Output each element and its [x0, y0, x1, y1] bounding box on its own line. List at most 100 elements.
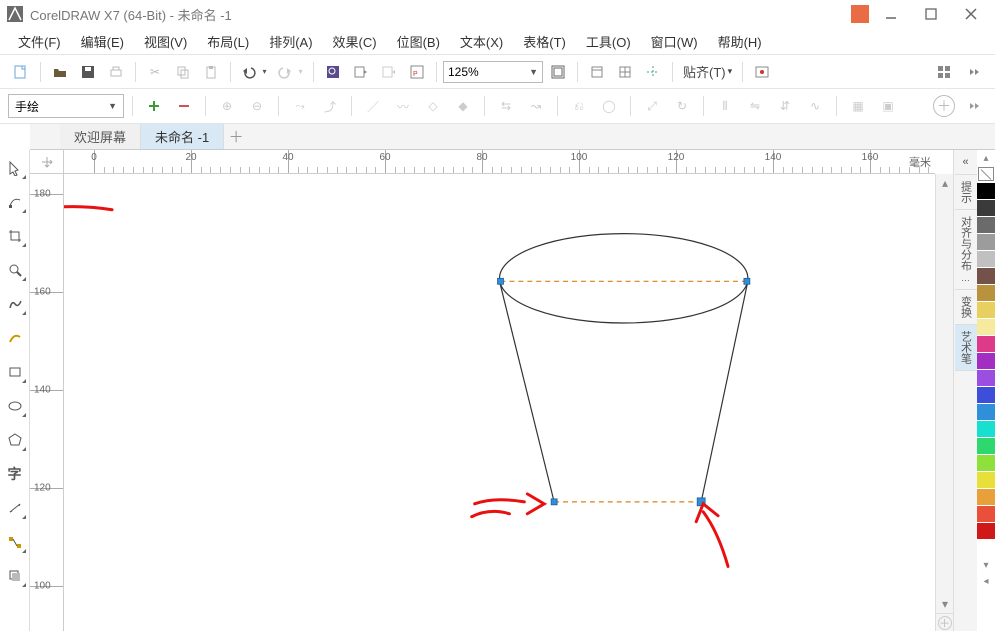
menu-bitmap[interactable]: 位图(B) — [387, 29, 450, 54]
menu-tools[interactable]: 工具(O) — [576, 29, 641, 54]
menu-text[interactable]: 文本(X) — [450, 29, 513, 54]
show-guidelines-button[interactable] — [640, 59, 666, 85]
zoom-level-combo[interactable]: 125% ▼ — [443, 61, 543, 83]
color-swatch[interactable] — [977, 387, 995, 404]
color-swatch[interactable] — [977, 472, 995, 489]
polygon-tool[interactable] — [3, 428, 27, 452]
user-account-icon[interactable] — [851, 5, 869, 23]
connector-tool[interactable] — [3, 530, 27, 554]
hints-docker-tab[interactable]: 提示 — [955, 175, 977, 210]
freehand-tool[interactable] — [3, 292, 27, 316]
canvas[interactable] — [64, 174, 935, 631]
reverse-direction-button[interactable]: ⇆ — [493, 93, 519, 119]
pick-tool[interactable] — [3, 156, 27, 180]
stretch-nodes-button[interactable]: ⤢ — [639, 93, 665, 119]
palette-flyout-button[interactable]: ◂ — [977, 573, 995, 589]
join-nodes-button[interactable]: ⤳ — [287, 93, 313, 119]
color-swatch[interactable] — [977, 319, 995, 336]
color-swatch[interactable] — [977, 285, 995, 302]
color-swatch[interactable] — [977, 183, 995, 200]
color-swatch[interactable] — [977, 217, 995, 234]
rotate-nodes-button[interactable]: ↻ — [669, 93, 695, 119]
new-doc-button[interactable] — [8, 59, 34, 85]
color-swatch[interactable] — [977, 506, 995, 523]
elastic-mode-button[interactable]: ∿ — [802, 93, 828, 119]
color-swatch[interactable] — [977, 455, 995, 472]
menu-arrange[interactable]: 排列(A) — [259, 29, 322, 54]
color-swatch[interactable] — [977, 523, 995, 540]
show-grid-button[interactable] — [612, 59, 638, 85]
toolbar-overflow-button[interactable] — [961, 59, 987, 85]
paste-button[interactable] — [198, 59, 224, 85]
copy-button[interactable] — [170, 59, 196, 85]
transform-docker-tab[interactable]: 变换 — [955, 290, 977, 325]
to-curve-button[interactable]: 〰 — [390, 93, 416, 119]
color-swatch[interactable] — [977, 234, 995, 251]
menu-view[interactable]: 视图(V) — [134, 29, 197, 54]
text-tool[interactable]: 字 — [3, 462, 27, 486]
menu-effects[interactable]: 效果(C) — [323, 29, 387, 54]
close-curve-button[interactable]: ◯ — [596, 93, 622, 119]
crop-tool[interactable] — [3, 224, 27, 248]
freehand-tool-combo[interactable]: 手绘 ▼ — [8, 94, 124, 118]
show-rulers-button[interactable] — [584, 59, 610, 85]
parallel-dimension-tool[interactable] — [3, 496, 27, 520]
vertical-scrollbar[interactable]: ▴ ▾ — [935, 174, 953, 631]
preset-delete-button[interactable] — [171, 93, 197, 119]
node-delete-button[interactable]: ⊖ — [244, 93, 270, 119]
snap-to-dropdown[interactable]: 贴齐(T) ▾ — [679, 62, 736, 81]
app-launcher-button[interactable] — [931, 59, 957, 85]
color-swatch[interactable] — [977, 251, 995, 268]
new-tab-button[interactable]: ＋ — [224, 124, 248, 149]
color-swatch[interactable] — [977, 404, 995, 421]
drop-shadow-tool[interactable] — [3, 564, 27, 588]
select-all-nodes-button[interactable]: ▦ — [845, 93, 871, 119]
menu-window[interactable]: 窗口(W) — [641, 29, 708, 54]
scroll-up-button[interactable]: ▴ — [936, 174, 954, 192]
reflect-nodes-h-button[interactable]: ⇋ — [742, 93, 768, 119]
options-button[interactable] — [749, 59, 775, 85]
break-nodes-button[interactable]: ⤴ — [317, 93, 343, 119]
cut-button[interactable]: ✂ — [142, 59, 168, 85]
shape-tool[interactable] — [3, 190, 27, 214]
horizontal-ruler[interactable]: 毫米 020406080100120140160 — [64, 150, 935, 174]
document-tab-1[interactable]: 未命名 -1 — [141, 124, 224, 149]
preset-add-button[interactable] — [141, 93, 167, 119]
save-button[interactable] — [75, 59, 101, 85]
open-button[interactable] — [47, 59, 73, 85]
extend-curve-button[interactable]: ↝ — [523, 93, 549, 119]
artistic-media-tool[interactable] — [3, 326, 27, 350]
undo-button[interactable]: ▾ — [237, 59, 271, 85]
export-button[interactable] — [376, 59, 402, 85]
color-swatch[interactable] — [977, 489, 995, 506]
color-swatch[interactable] — [977, 370, 995, 387]
no-fill-swatch[interactable] — [977, 166, 995, 183]
menu-table[interactable]: 表格(T) — [513, 29, 576, 54]
palette-up-button[interactable]: ▴ — [977, 150, 995, 166]
search-content-button[interactable] — [320, 59, 346, 85]
color-swatch[interactable] — [977, 438, 995, 455]
zoom-tool[interactable] — [3, 258, 27, 282]
menu-edit[interactable]: 编辑(E) — [71, 29, 134, 54]
color-swatch[interactable] — [977, 336, 995, 353]
menu-help[interactable]: 帮助(H) — [708, 29, 772, 54]
property-overflow-button[interactable] — [961, 93, 987, 119]
color-swatch[interactable] — [977, 540, 995, 557]
to-line-button[interactable]: ／ — [360, 93, 386, 119]
rectangle-tool[interactable] — [3, 360, 27, 384]
color-swatch[interactable] — [977, 200, 995, 217]
menu-file[interactable]: 文件(F) — [8, 29, 71, 54]
publish-pdf-button[interactable]: P — [404, 59, 430, 85]
welcome-tab[interactable]: 欢迎屏幕 — [60, 124, 141, 149]
close-button[interactable] — [953, 1, 989, 27]
reflect-nodes-v-button[interactable]: ⇵ — [772, 93, 798, 119]
color-swatch[interactable] — [977, 302, 995, 319]
print-button[interactable] — [103, 59, 129, 85]
menu-layout[interactable]: 布局(L) — [197, 29, 259, 54]
minimize-button[interactable] — [873, 1, 909, 27]
align-nodes-button[interactable]: ⫴ — [712, 93, 738, 119]
color-swatch[interactable] — [977, 268, 995, 285]
import-button[interactable] — [348, 59, 374, 85]
maximize-button[interactable] — [913, 1, 949, 27]
ruler-origin[interactable] — [30, 150, 64, 174]
